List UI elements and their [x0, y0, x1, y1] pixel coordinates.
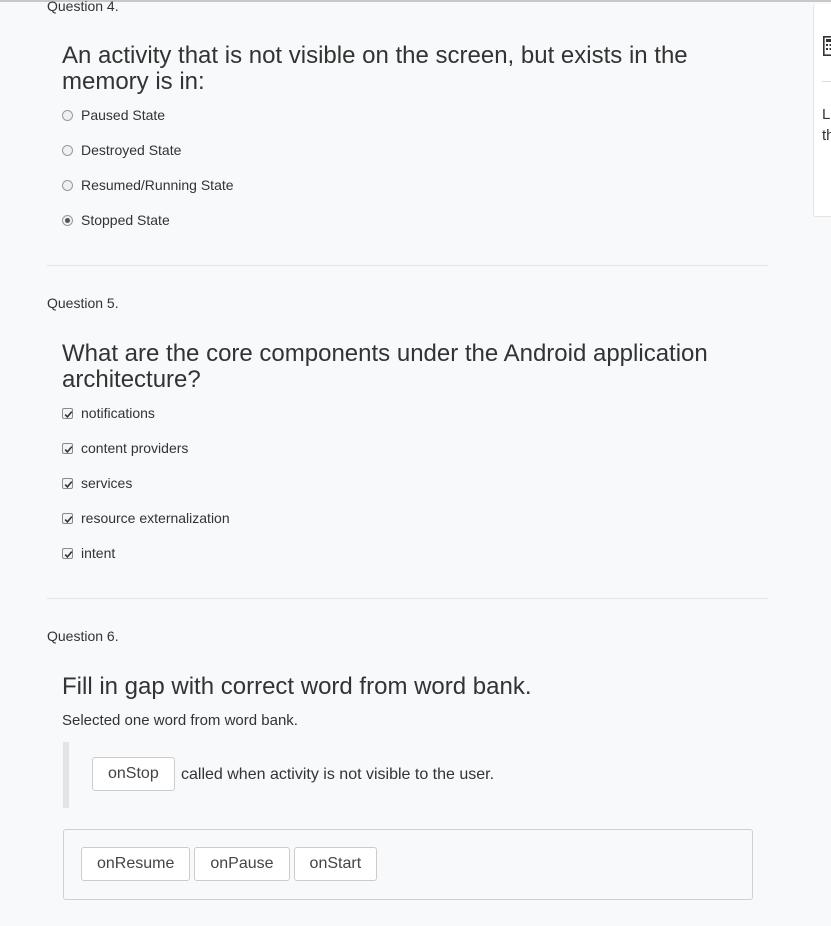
calculator-icon[interactable] [823, 36, 831, 61]
q5-option-notifications[interactable]: notifications [62, 403, 155, 423]
radio-button[interactable] [62, 179, 73, 191]
option-label: Stopped State [81, 212, 170, 228]
radio-button[interactable] [62, 109, 73, 121]
q4-option-destroyed[interactable]: Destroyed State [62, 140, 181, 160]
word-bank-chip-onstart[interactable]: onStart [293, 847, 378, 881]
question-6-label: Question 6. [47, 628, 119, 644]
question-5-text: What are the core components under the A… [62, 340, 708, 393]
side-panel-text-line2: th [822, 127, 831, 144]
option-label: Paused State [81, 107, 166, 123]
question-6-instruction: Selected one word from word bank. [62, 712, 298, 729]
question-divider [47, 598, 768, 599]
gap-sentence-text: called when activity is not visible to t… [181, 766, 495, 783]
word-bank-chip-onresume[interactable]: onResume [81, 847, 191, 881]
checkbox-checked[interactable] [62, 477, 73, 489]
question-6-text: Fill in gap with correct word from word … [62, 673, 532, 700]
checkbox-checked[interactable] [62, 407, 73, 419]
option-label: services [81, 475, 133, 491]
q5-option-content-providers[interactable]: content providers [62, 438, 188, 458]
question-4-label: Question 4. [47, 0, 119, 14]
checkbox-checked[interactable] [62, 442, 73, 454]
option-label: Resumed/Running State [81, 177, 234, 193]
radio-button-selected[interactable] [62, 214, 73, 226]
word-bank-chip-onpause[interactable]: onPause [194, 847, 290, 881]
side-panel-text-line1: L [822, 106, 831, 123]
q4-option-paused[interactable]: Paused State [62, 105, 165, 125]
gap-drop-answer[interactable]: onStop [92, 757, 175, 791]
q4-option-stopped[interactable]: Stopped State [62, 210, 170, 230]
checkbox-checked[interactable] [62, 512, 73, 524]
radio-button[interactable] [62, 144, 73, 156]
q5-option-services[interactable]: services [62, 473, 132, 493]
question-4-text: An activity that is not visible on the s… [62, 42, 688, 95]
q4-option-resumed[interactable]: Resumed/Running State [62, 175, 234, 195]
q5-option-resource-externalization[interactable]: resource externalization [62, 508, 230, 528]
question-5-label: Question 5. [47, 295, 119, 311]
side-panel-divider [822, 81, 831, 82]
checkbox-checked[interactable] [62, 547, 73, 559]
option-label: intent [81, 545, 116, 561]
option-label: resource externalization [81, 510, 230, 526]
side-panel-text: L th [822, 104, 831, 146]
option-label: notifications [81, 405, 155, 421]
question-divider [47, 265, 768, 266]
word-bank[interactable]: onResume onPause onStart [63, 829, 753, 900]
option-label: content providers [81, 440, 189, 456]
top-border [0, 0, 831, 2]
q5-option-intent[interactable]: intent [62, 543, 115, 563]
option-label: Destroyed State [81, 142, 182, 158]
